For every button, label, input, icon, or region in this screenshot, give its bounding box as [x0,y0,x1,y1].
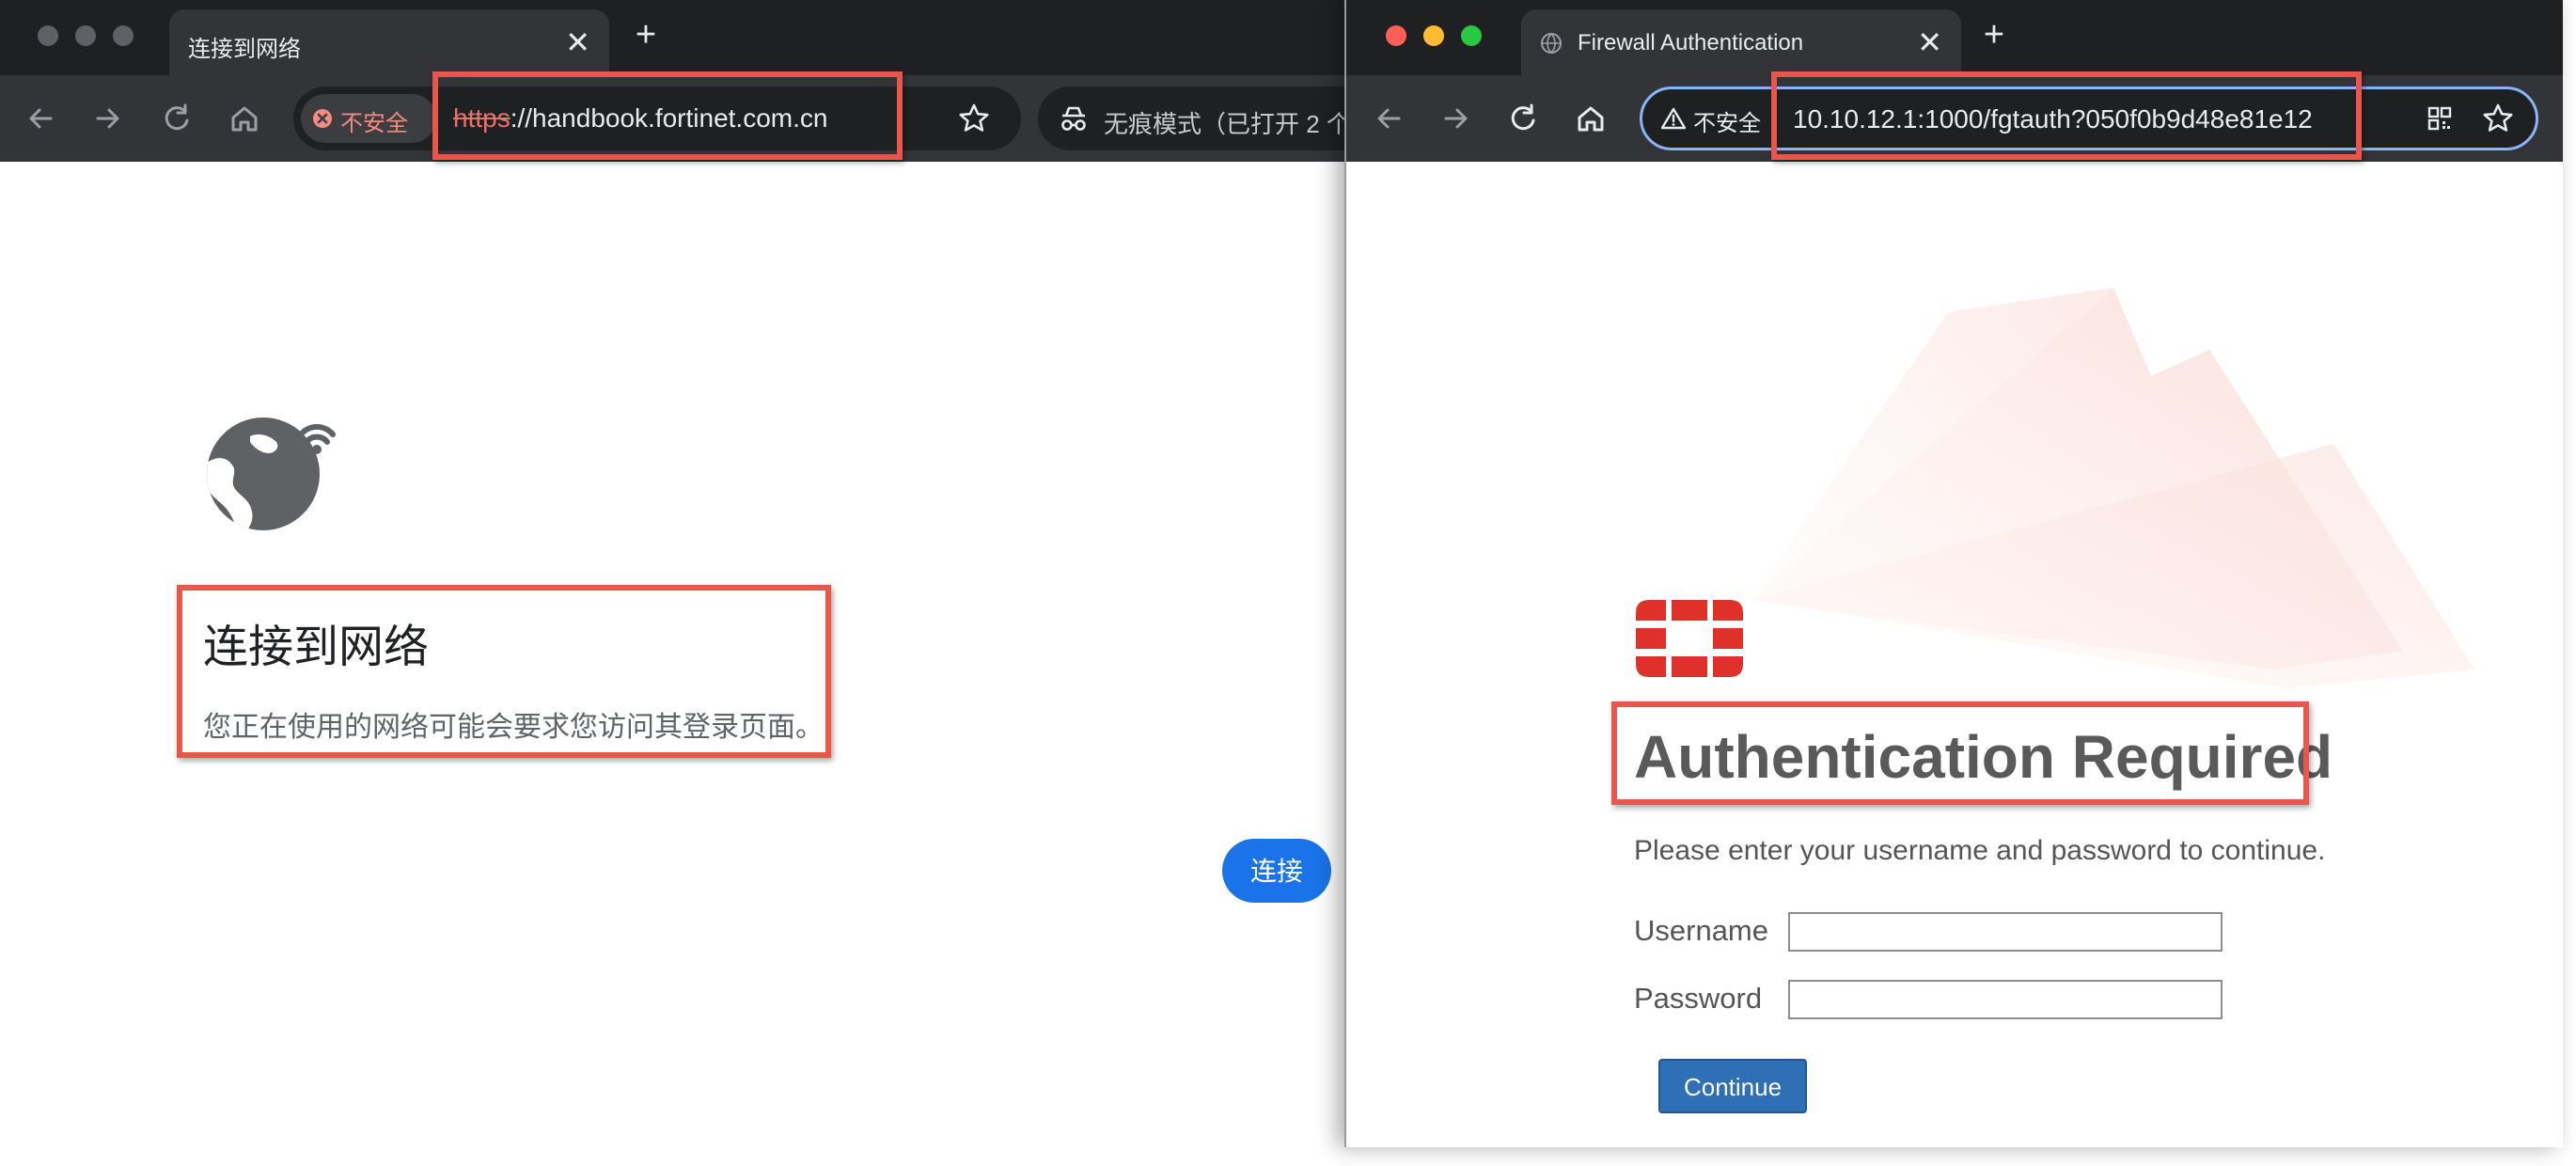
url-highlight-box [432,71,903,160]
reload-icon[interactable] [1502,98,1544,139]
not-secure-chip[interactable]: 不安全 [301,94,436,143]
close-icon[interactable]: ✕ [1917,21,1942,64]
qr-code-icon[interactable] [2419,98,2460,139]
globe-wifi-icon [199,406,338,534]
plus-icon[interactable]: + [1972,13,2016,56]
reload-icon[interactable] [156,98,197,139]
warning-icon [1660,107,1687,130]
message-highlight-box [177,585,831,758]
right-browser-window: Firewall Authentication ✕ + 不安全 10.10.12… [1344,0,2563,1147]
password-label: Password [1634,982,1763,1015]
url-highlight-box [1771,71,2362,160]
back-arrow-icon[interactable] [21,98,62,139]
close-icon[interactable]: ✕ [565,21,590,64]
left-tab-strip: 连接到网络 ✕ + [0,0,1361,75]
right-tab-strip: Firewall Authentication ✕ + [1346,0,2563,75]
not-secure-label: 不安全 [340,111,408,136]
not-secure-icon [312,108,333,129]
not-secure-label: 不安全 [1693,111,1761,136]
tab-title: Firewall Authentication [1578,30,1804,55]
right-active-tab[interactable]: Firewall Authentication ✕ [1521,9,1961,75]
back-arrow-icon[interactable] [1369,98,1410,139]
star-icon[interactable] [2477,98,2519,139]
tab-title: 连接到网络 [188,37,301,62]
not-secure-chip[interactable]: 不安全 [1648,94,1776,143]
star-icon[interactable] [953,98,995,139]
window-close-light[interactable] [1386,25,1406,46]
continue-button[interactable]: Continue [1658,1059,1807,1113]
window-close-light[interactable] [38,25,58,46]
globe-icon [1540,32,1563,55]
home-icon[interactable] [1570,98,1611,139]
heading-highlight-box [1611,701,2309,805]
window-zoom-light[interactable] [1461,25,1482,46]
forward-arrow-icon[interactable] [86,98,128,139]
left-active-tab[interactable]: 连接到网络 ✕ [169,9,609,75]
window-zoom-light[interactable] [113,25,134,46]
home-icon[interactable] [224,98,265,139]
left-browser-window: 连接到网络 ✕ + 不安全 https://handbook.fortinet.… [0,0,1361,1147]
window-minimize-light[interactable] [75,25,96,46]
username-input[interactable] [1788,912,2223,952]
username-label: Username [1634,914,1768,947]
incognito-icon [1053,98,1094,139]
forward-arrow-icon[interactable] [1435,98,1476,139]
incognito-label: 无痕模式（已打开 2 个 [1104,110,1351,138]
window-minimize-light[interactable] [1423,25,1444,46]
connect-button[interactable]: 连接 [1222,839,1331,903]
plus-icon[interactable]: + [624,13,668,56]
auth-instruction: Please enter your username and password … [1634,835,2326,866]
fortinet-logo [1634,598,1745,679]
incognito-pill[interactable]: 无痕模式（已打开 2 个 [1038,87,1361,150]
password-input[interactable] [1788,980,2223,1019]
